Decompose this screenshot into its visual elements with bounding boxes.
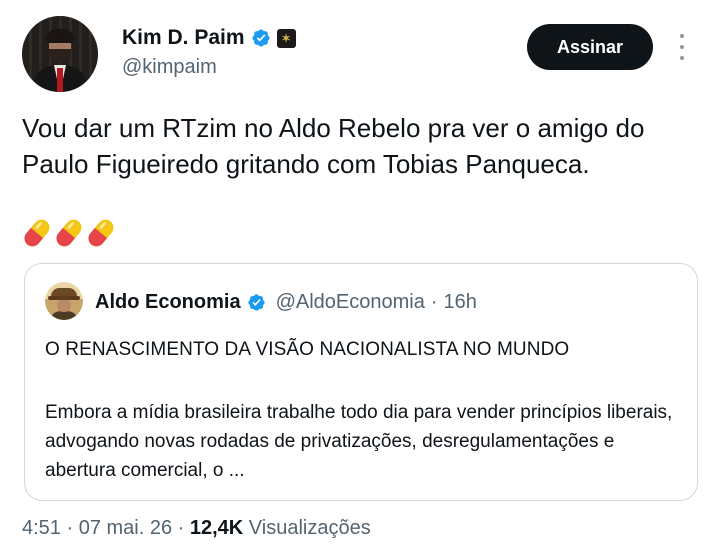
pill-icon: [88, 219, 114, 247]
quoted-title: O RENASCIMENTO DA VISÃO NACIONALISTA NO …: [45, 339, 570, 360]
quoted-author-handle[interactable]: @AldoEconomia: [276, 291, 425, 314]
author-handle[interactable]: @kimpaim: [122, 56, 217, 79]
quoted-timestamp[interactable]: 16h: [444, 291, 477, 314]
subscribe-button[interactable]: Assinar: [527, 24, 653, 70]
emoji-row: [22, 215, 116, 251]
quoted-author-name[interactable]: Aldo Economia: [95, 291, 241, 314]
quoted-header: Aldo Economia @AldoEconomia · 16h: [95, 291, 477, 314]
author-name[interactable]: Kim D. Paim: [122, 26, 245, 50]
affiliate-badge-icon[interactable]: ✶: [276, 28, 296, 48]
author-name-row: Kim D. Paim ✶: [122, 26, 296, 50]
tweet-meta: 4:51 · 07 mai. 26 · 12,4K Visualizações: [22, 517, 371, 540]
more-vertical-icon[interactable]: [674, 34, 690, 60]
views-count[interactable]: 12,4K: [190, 517, 243, 539]
tweet-timestamp[interactable]: 4:51 · 07 mai. 26 ·: [22, 517, 190, 539]
pill-icon: [56, 219, 82, 247]
author-avatar[interactable]: [22, 16, 98, 92]
verified-badge-icon: [252, 29, 270, 47]
tweet-text: Vou dar um RTzim no Aldo Rebelo pra ver …: [22, 113, 645, 179]
quoted-body: Embora a mídia brasileira trabalhe todo …: [45, 402, 673, 481]
tweet-header: Kim D. Paim ✶ @kimpaim Assinar: [22, 16, 698, 94]
quoted-avatar[interactable]: [45, 282, 83, 320]
separator-dot: ·: [430, 291, 438, 313]
pill-icon: [24, 219, 50, 247]
views-label: Visualizações: [243, 517, 371, 539]
quoted-tweet[interactable]: Aldo Economia @AldoEconomia · 16h O RENA…: [24, 263, 698, 501]
verified-badge-icon: [247, 294, 265, 311]
